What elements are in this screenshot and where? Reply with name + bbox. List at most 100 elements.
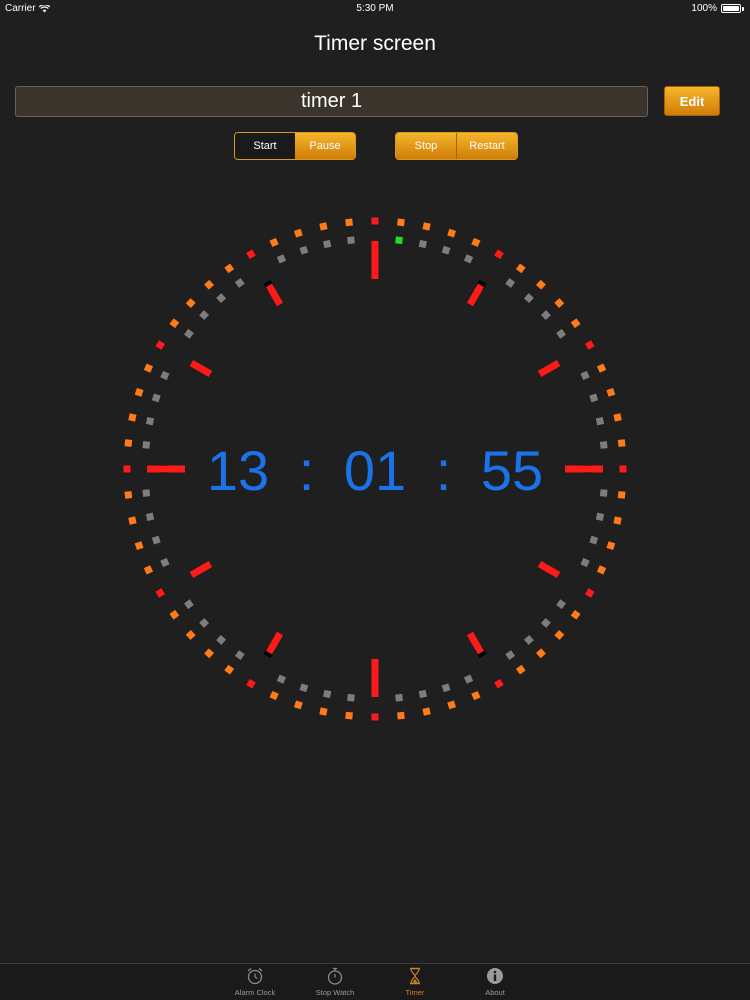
- inner-second-dot: [463, 254, 474, 264]
- inner-second-dot: [556, 599, 566, 610]
- inner-second-dot: [323, 689, 332, 699]
- inner-second-dot: [540, 310, 551, 321]
- outer-minute-dot: [128, 413, 137, 422]
- inner-second-dot: [523, 293, 534, 304]
- outer-minute-dot: [422, 222, 431, 231]
- tab-label: About: [485, 988, 505, 997]
- outer-minute-dot: [319, 222, 328, 231]
- tab-about[interactable]: About: [455, 964, 535, 1000]
- hour-tick: [189, 359, 213, 378]
- timer-clock-face: 13 : 01 : 55: [123, 217, 627, 721]
- outer-minute-dot: [319, 707, 328, 716]
- outer-hour-tick: [371, 713, 379, 721]
- stopwatch-icon: [327, 967, 343, 985]
- tab-stop-watch[interactable]: Stop Watch: [295, 964, 375, 1000]
- outer-hour-tick: [494, 678, 504, 689]
- hourglass-icon: [410, 967, 420, 985]
- inner-second-dot: [299, 245, 309, 255]
- outer-minute-dot: [128, 516, 137, 525]
- inner-second-dot: [199, 617, 210, 628]
- inner-second-dot: [216, 293, 227, 304]
- inner-second-dot: [276, 674, 287, 684]
- outer-minute-dot: [269, 690, 279, 701]
- hour-tick: [466, 631, 485, 655]
- outer-minute-dot: [536, 648, 546, 659]
- inner-second-dot: [142, 489, 151, 497]
- inner-second-dot: [505, 650, 516, 660]
- outer-minute-dot: [536, 279, 546, 290]
- inner-second-dot: [556, 328, 566, 339]
- hour-tick: [265, 283, 284, 307]
- outer-hour-tick: [494, 249, 504, 260]
- inner-second-dot: [418, 239, 427, 249]
- outer-minute-dot: [617, 439, 626, 447]
- inner-second-dot: [145, 512, 155, 521]
- outer-minute-dot: [596, 363, 607, 373]
- inner-second-dot: [580, 370, 590, 381]
- inner-second-dot: [216, 634, 227, 645]
- inner-second-dot: [418, 689, 427, 699]
- outer-minute-dot: [124, 491, 133, 499]
- inner-second-dot: [441, 683, 451, 693]
- tab-bar: Alarm Clock Stop Watch Timer About: [0, 963, 750, 1000]
- outer-minute-dot: [134, 387, 144, 397]
- inner-second-dot: [599, 441, 608, 449]
- outer-minute-dot: [185, 298, 196, 308]
- outer-minute-dot: [169, 609, 180, 620]
- tab-label: Timer: [405, 988, 425, 997]
- outer-minute-dot: [185, 630, 196, 640]
- timer-minutes: 01: [344, 439, 406, 502]
- outer-hour-tick: [584, 340, 595, 350]
- outer-minute-dot: [345, 218, 353, 227]
- outer-hour-tick: [246, 678, 256, 689]
- outer-hour-tick: [246, 249, 256, 260]
- outer-minute-dot: [447, 228, 457, 238]
- outer-minute-dot: [554, 630, 565, 640]
- outer-minute-dot: [204, 279, 214, 290]
- inner-second-dot: [160, 557, 170, 568]
- outer-minute-dot: [471, 690, 481, 701]
- hour-tick: [189, 560, 213, 579]
- inner-second-dot: [589, 535, 599, 545]
- tab-alarm-clock[interactable]: Alarm Clock: [215, 964, 295, 1000]
- outer-minute-dot: [613, 516, 622, 525]
- outer-hour-tick: [155, 340, 166, 350]
- inner-second-dot: [505, 278, 516, 288]
- outer-minute-dot: [570, 609, 581, 620]
- tab-timer[interactable]: Timer: [375, 964, 455, 1000]
- inner-second-dot: [276, 254, 287, 264]
- inner-second-dot: [234, 278, 245, 288]
- hour-tick: [537, 359, 561, 378]
- inner-second-dot: [234, 650, 245, 660]
- outer-minute-dot: [143, 363, 154, 373]
- inner-second-dot: [523, 634, 534, 645]
- inner-second-dot: [160, 370, 170, 381]
- hour-tick: [537, 560, 561, 579]
- outer-hour-tick: [155, 588, 166, 598]
- outer-minute-dot: [606, 541, 616, 551]
- outer-minute-dot: [345, 711, 353, 720]
- outer-minute-dot: [554, 298, 565, 308]
- outer-minute-dot: [397, 711, 405, 720]
- outer-hour-tick: [584, 588, 595, 598]
- timer-separator-2: :: [436, 439, 452, 502]
- outer-minute-dot: [617, 491, 626, 499]
- inner-second-dot: [595, 512, 605, 521]
- inner-second-dot: [463, 674, 474, 684]
- inner-second-dot: [540, 617, 551, 628]
- tab-label: Alarm Clock: [234, 988, 276, 997]
- outer-minute-dot: [422, 707, 431, 716]
- inner-second-dot: [145, 417, 155, 426]
- outer-minute-dot: [515, 263, 526, 274]
- outer-minute-dot: [124, 439, 133, 447]
- outer-minute-dot: [293, 700, 303, 710]
- inner-second-dot: [151, 393, 161, 403]
- active-second-dot: [395, 236, 403, 245]
- inner-second-dot: [441, 245, 451, 255]
- inner-second-dot: [323, 239, 332, 249]
- outer-minute-dot: [596, 565, 607, 575]
- outer-hour-tick: [619, 465, 627, 473]
- outer-minute-dot: [447, 700, 457, 710]
- inner-second-dot: [595, 417, 605, 426]
- inner-second-dot: [184, 599, 194, 610]
